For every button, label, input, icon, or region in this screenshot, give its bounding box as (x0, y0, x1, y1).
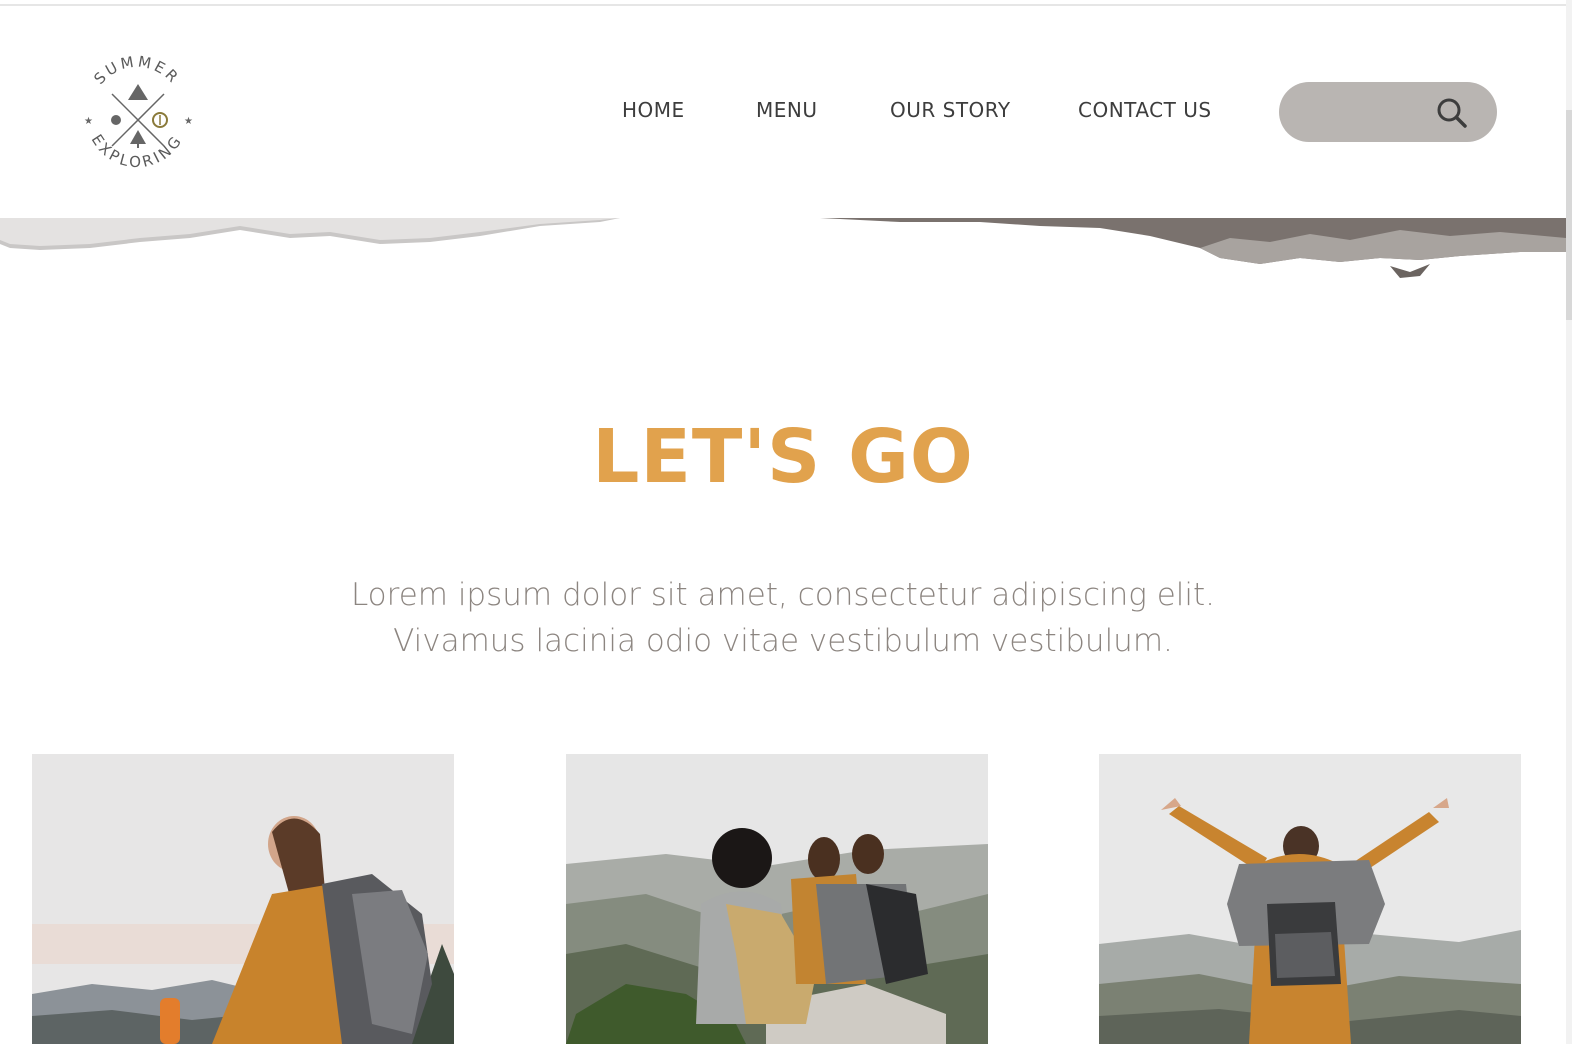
page: SUMMER EXPLORING ★ ★ HOME MENU OUR STORY… (0, 0, 1572, 1044)
gallery-photo-3[interactable] (1099, 754, 1521, 1044)
search-box[interactable] (1279, 82, 1497, 142)
scrollbar[interactable] (1566, 0, 1572, 1044)
intro-line-2: Vivamus lacinia odio vitae vestibulum ve… (393, 623, 1173, 659)
nav-our-story[interactable]: OUR STORY (890, 98, 1040, 122)
nav-menu[interactable]: MENU (756, 98, 876, 122)
page-title: LET'S GO (592, 414, 974, 500)
summer-exploring-logo[interactable]: SUMMER EXPLORING ★ ★ (78, 54, 196, 180)
torn-paper-divider (0, 218, 1566, 278)
intro-line-1: Lorem ipsum dolor sit amet, consectetur … (350, 577, 1216, 613)
gallery-photo-1[interactable] (32, 754, 454, 1044)
intro-text: Lorem ipsum dolor sit amet, consectetur … (283, 572, 1283, 664)
search-icon[interactable] (1435, 96, 1469, 130)
svg-text:★: ★ (84, 116, 93, 127)
nav-contact-us[interactable]: CONTACT US (1078, 98, 1238, 122)
search-input[interactable] (1297, 96, 1437, 128)
gallery-photo-2[interactable] (566, 754, 988, 1044)
svg-text:SUMMER: SUMMER (90, 54, 183, 88)
site-header: SUMMER EXPLORING ★ ★ HOME MENU OUR STORY… (0, 6, 1566, 218)
scrollbar-thumb[interactable] (1566, 110, 1572, 320)
svg-text:★: ★ (184, 116, 193, 127)
nav-home[interactable]: HOME (622, 98, 742, 122)
